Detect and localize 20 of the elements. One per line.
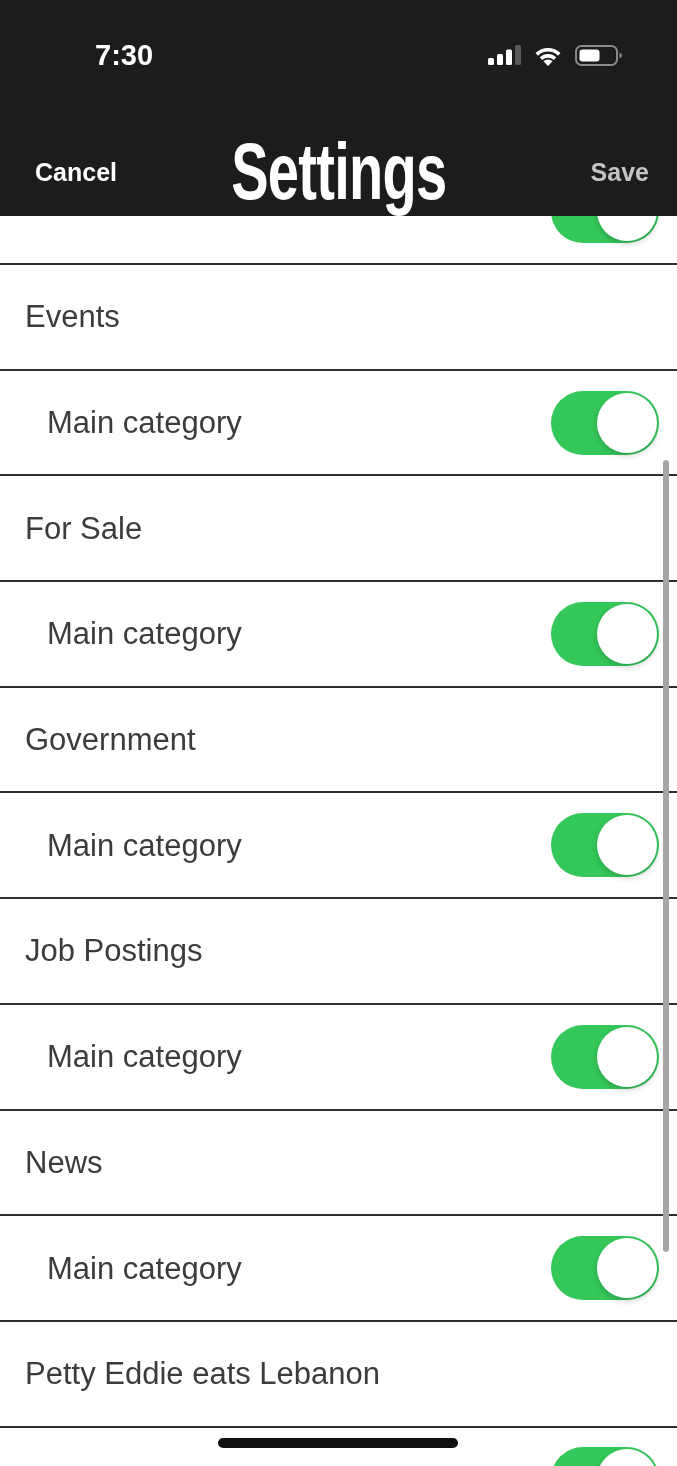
toggle-label: Main category [47,1252,242,1284]
section-label: Government [25,724,196,756]
cancel-button[interactable]: Cancel [35,159,117,185]
section-label: News [25,1146,103,1178]
toggle-switch[interactable] [551,813,659,878]
battery-icon [575,44,622,66]
toggle-switch[interactable] [551,1024,659,1089]
toggle-switch[interactable] [551,601,659,666]
toggle-label: Main category [47,618,242,650]
toggle-label: Main category [47,407,242,439]
section-label: For Sale [25,512,143,544]
section-label: Job Postings [25,935,203,967]
section-label: Petty Eddie eats Lebanon [25,1358,381,1390]
toggle-label: Main category [47,1041,242,1073]
toggle-switch[interactable] [551,1236,659,1301]
toggle-switch[interactable] [551,390,659,455]
status-time: 7:30 [95,40,154,70]
toggle-label: Main category [47,829,242,861]
signal-icon [488,45,521,65]
section-label: Events [25,301,120,333]
